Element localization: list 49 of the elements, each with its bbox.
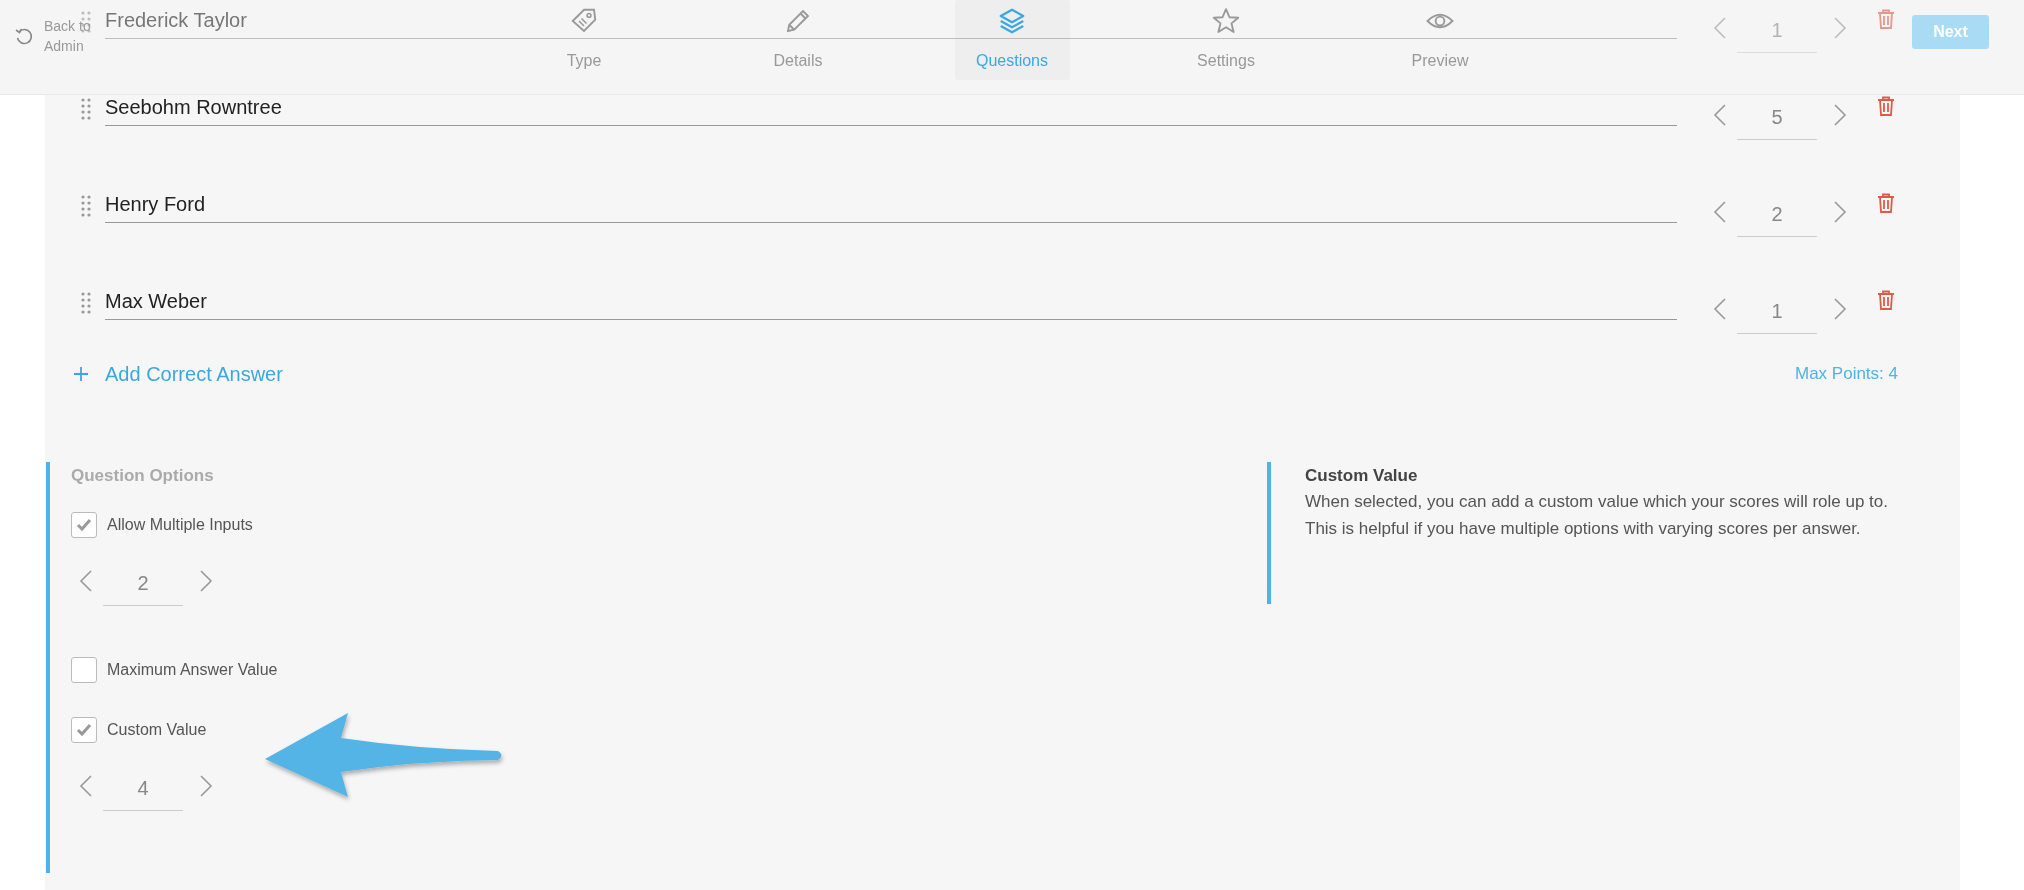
chevron-left-icon[interactable] [1713,16,1727,40]
chevron-left-icon[interactable] [1713,103,1727,127]
section-title: Question Options [71,465,215,487]
chevron-left-icon[interactable] [79,569,93,593]
back-to-admin-link[interactable]: Back to Admin [14,16,94,56]
layers-icon [997,6,1027,36]
checkbox[interactable] [71,657,97,683]
value-field[interactable]: 5 [1737,96,1817,140]
value-field[interactable]: 1 [1737,9,1817,53]
chevron-right-icon[interactable] [199,569,213,593]
option-label: Custom Value [107,721,207,739]
step-tab[interactable]: Questions [954,0,1070,80]
chevron-right-icon[interactable] [1833,16,1847,40]
checkbox[interactable] [71,512,97,538]
chevron-right-icon[interactable] [1833,297,1847,321]
star-icon [1211,6,1241,36]
value-field[interactable]: 4 [103,767,183,811]
chevron-right-icon[interactable] [1833,200,1847,224]
undo-icon [14,27,34,47]
chevron-left-icon[interactable] [1713,297,1727,321]
checkbox[interactable] [71,717,97,743]
answer-field[interactable]: Frederick Taylor [105,9,1677,39]
value-field[interactable]: 2 [1737,193,1817,237]
drag-handle-icon[interactable] [81,98,91,120]
check-icon [76,518,92,532]
max-points-label: Max Points: 4 [1795,364,1898,384]
option-label: Maximum Answer Value [107,661,278,679]
chevron-left-icon[interactable] [79,774,93,798]
chevron-right-icon[interactable] [1833,103,1847,127]
option-label: Allow Multiple Inputs [107,516,253,534]
drag-handle-icon[interactable] [81,195,91,217]
chevron-left-icon[interactable] [1713,200,1727,224]
trash-icon[interactable] [1877,9,1895,29]
trash-icon[interactable] [1877,193,1895,213]
plus-icon [73,366,89,382]
value-field[interactable]: 1 [1737,290,1817,334]
trash-icon[interactable] [1877,96,1895,116]
help-title: Custom Value [1305,466,1419,486]
help-text: When selected, you can add a custom value which your scores will role up to. This is helpful if you have multiple options with varying scores per answer. [1305,491,1889,540]
value-field[interactable]: 2 [103,562,183,606]
drag-handle-icon[interactable] [81,11,91,33]
add-correct-answer-link[interactable]: Add Correct Answer [73,362,283,386]
answer-field[interactable]: Henry Ford [105,193,1677,223]
answer-field[interactable]: Seebohm Rowntree [105,96,1677,126]
chevron-right-icon[interactable] [199,774,213,798]
drag-handle-icon[interactable] [81,292,91,314]
answer-field[interactable]: Max Weber [105,290,1677,320]
check-icon [76,723,92,737]
trash-icon[interactable] [1877,290,1895,310]
